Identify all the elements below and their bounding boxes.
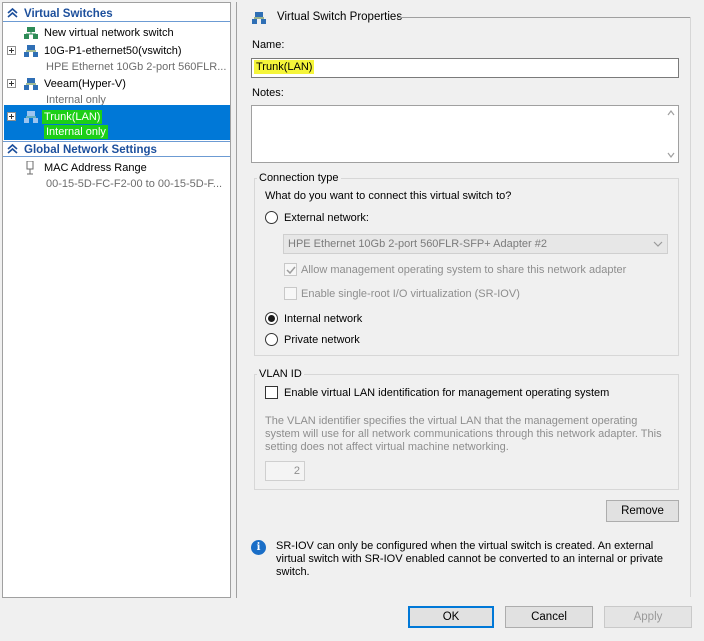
scroll-down-icon[interactable] (667, 152, 675, 158)
external-network-label: External network: (284, 212, 369, 224)
new-switch-icon (24, 27, 38, 39)
network-switch-icon (24, 111, 38, 123)
expand-icon[interactable] (7, 46, 16, 55)
notes-textarea[interactable] (251, 105, 679, 163)
notes-scrollbar[interactable] (663, 106, 678, 162)
expand-icon[interactable] (7, 79, 16, 88)
tree-item-mac-address-range[interactable]: MAC Address Range 00-15-5D-FC-F2-00 to 0… (3, 160, 230, 192)
name-input[interactable]: Trunk(LAN) (251, 58, 679, 78)
vlan-id-title: VLAN ID (257, 368, 304, 380)
network-switch-icon (252, 12, 266, 24)
tree-item-10g-switch[interactable]: 10G-P1-ethernet50(vswitch) HPE Ethernet … (3, 42, 230, 74)
internal-network-radio[interactable] (265, 312, 278, 325)
info-icon: i (251, 540, 266, 555)
tree-item-sub: Internal only (44, 125, 108, 139)
scroll-up-icon[interactable] (667, 110, 675, 116)
vlan-id-input[interactable]: 2 (265, 461, 305, 481)
allow-management-label: Allow management operating system to sha… (301, 264, 627, 276)
adapter-dropdown[interactable]: HPE Ethernet 10Gb 2-port 560FLR-SFP+ Ada… (283, 234, 668, 254)
private-network-radio[interactable] (265, 333, 278, 346)
tree-item-trunk-switch[interactable]: Trunk(LAN) Internal only (3, 105, 230, 140)
apply-button[interactable]: Apply (604, 606, 692, 628)
sriov-checkbox[interactable] (284, 287, 297, 300)
virtual-switch-properties-pane: Virtual Switch Properties Name: Trunk(LA… (236, 2, 702, 598)
tree-item-sub: 00-15-5D-FC-F2-00 to 00-15-5D-F... (46, 178, 223, 190)
adapter-dropdown-value: HPE Ethernet 10Gb 2-port 560FLR-SFP+ Ada… (288, 238, 547, 250)
ok-button[interactable]: OK (408, 606, 494, 628)
vlan-description: The VLAN identifier specifies the virtua… (265, 415, 662, 453)
cancel-button[interactable]: Cancel (505, 606, 593, 628)
mac-address-icon (26, 161, 34, 175)
virtual-switch-tree[interactable]: Virtual Switches New virtual network swi… (2, 2, 231, 598)
tree-item-label: Veeam(Hyper-V) (44, 78, 126, 90)
name-label: Name: (252, 39, 285, 51)
tree-item-sub: HPE Ethernet 10Gb 2-port 560FLR... (46, 61, 227, 73)
enable-vlan-checkbox[interactable] (265, 386, 278, 399)
connection-type-title: Connection type (257, 172, 341, 184)
chevron-down-icon (653, 241, 663, 247)
network-switch-icon (24, 45, 38, 57)
connection-question: What do you want to connect this virtual… (265, 190, 512, 202)
properties-title: Virtual Switch Properties (277, 11, 403, 23)
sriov-info-text: SR-IOV can only be configured when the v… (276, 540, 664, 578)
tree-item-label: New virtual network switch (44, 27, 174, 39)
allow-management-checkbox[interactable] (284, 263, 297, 276)
network-switch-icon (24, 78, 38, 90)
global-network-settings-header[interactable]: Global Network Settings (3, 141, 230, 157)
remove-button[interactable]: Remove (606, 500, 679, 522)
virtual-switches-header-label: Virtual Switches (24, 8, 113, 20)
private-network-label: Private network (284, 334, 360, 346)
enable-vlan-label: Enable virtual LAN identification for ma… (284, 387, 610, 399)
pane-divider (690, 17, 691, 597)
collapse-chevron-icon[interactable] (7, 7, 18, 19)
name-value: Trunk(LAN) (254, 60, 315, 74)
collapse-chevron-icon[interactable] (7, 143, 18, 155)
checkmark-icon (286, 266, 296, 275)
internal-network-label: Internal network (284, 313, 363, 325)
global-network-settings-label: Global Network Settings (24, 144, 157, 156)
tree-item-label: Trunk(LAN) (42, 110, 103, 124)
tree-item-label: 10G-P1-ethernet50(vswitch) (44, 45, 182, 57)
tree-item-label: MAC Address Range (44, 162, 147, 174)
notes-label: Notes: (252, 87, 284, 99)
external-network-radio[interactable] (265, 211, 278, 224)
tree-item-veeam-switch[interactable]: Veeam(Hyper-V) Internal only (3, 75, 230, 106)
sriov-label: Enable single-root I/O virtualization (S… (301, 288, 520, 300)
expand-icon[interactable] (7, 112, 16, 121)
title-divider (397, 17, 690, 18)
virtual-switches-header[interactable]: Virtual Switches (3, 6, 230, 22)
tree-item-new-switch[interactable]: New virtual network switch (3, 25, 230, 41)
